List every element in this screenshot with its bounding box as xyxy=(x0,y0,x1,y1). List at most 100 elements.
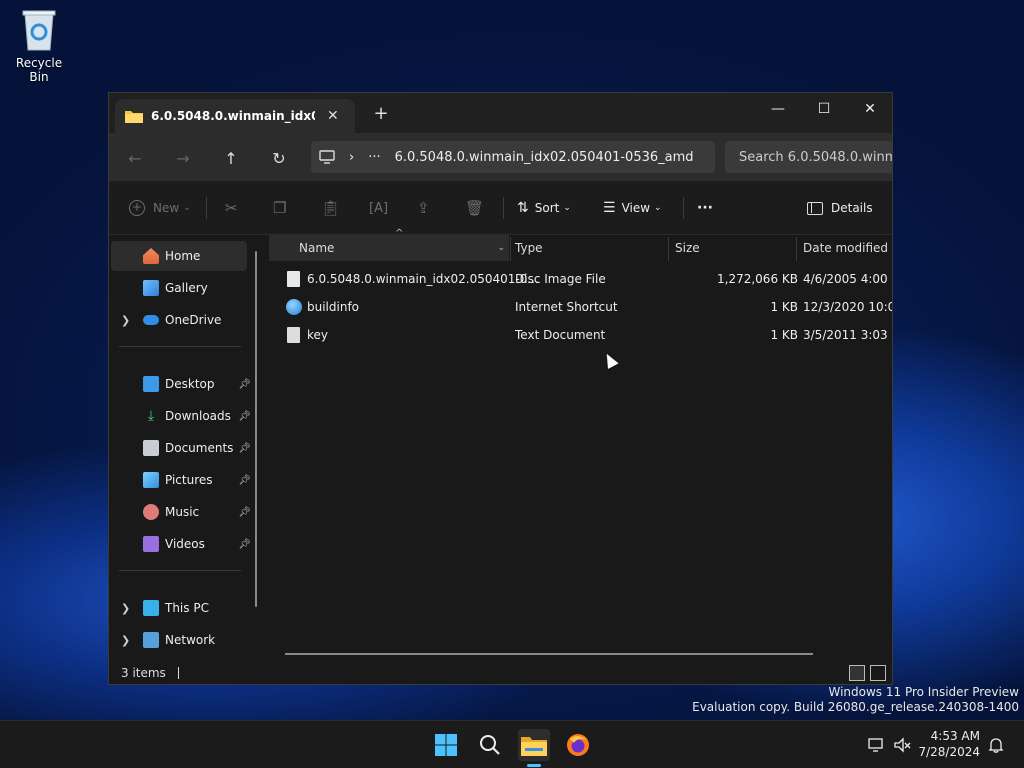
chevron-down-icon: ⌄ xyxy=(654,203,662,213)
column-divider[interactable] xyxy=(796,237,797,261)
column-header-label: Name xyxy=(299,241,335,255)
file-date-modified: 4/6/2005 4:00 PM xyxy=(803,272,892,286)
column-header-label: Date modified xyxy=(803,241,889,255)
file-name: buildinfo xyxy=(307,300,360,314)
search-icon xyxy=(480,735,500,755)
recycle-bin-shortcut[interactable]: Recycle Bin xyxy=(6,6,72,84)
details-view-icon[interactable] xyxy=(849,665,865,681)
delete-button[interactable]: 🗑︎ xyxy=(465,195,484,221)
table-row[interactable]: buildinfo Internet Shortcut 1 KB 12/3/20… xyxy=(269,293,892,321)
search-button[interactable] xyxy=(474,729,506,761)
details-pane-button[interactable]: Details xyxy=(807,195,873,221)
view-button[interactable]: ☰ View ⌄ xyxy=(603,195,662,221)
volume-muted-icon[interactable] xyxy=(894,737,912,757)
sort-button[interactable]: ⇅ Sort ⌄ xyxy=(517,195,571,221)
minimize-button[interactable]: — xyxy=(755,93,801,125)
chevron-right-icon[interactable]: ❯ xyxy=(121,314,130,327)
tab-close-icon[interactable]: ✕ xyxy=(327,108,339,124)
start-button[interactable] xyxy=(430,729,462,761)
chevron-down-icon: ⌄ xyxy=(497,243,505,253)
pin-icon[interactable]: 📌︎ xyxy=(238,443,251,454)
horizontal-scrollbar[interactable] xyxy=(285,653,813,655)
breadcrumb-chevron-icon[interactable]: › xyxy=(349,150,354,165)
back-button[interactable]: ← xyxy=(121,145,149,171)
breadcrumb-more-icon[interactable]: ··· xyxy=(368,150,380,165)
sidebar-item-label: This PC xyxy=(165,601,209,615)
copy-button[interactable]: ❐ xyxy=(273,195,286,221)
refresh-button[interactable]: ↻ xyxy=(265,145,293,171)
view-label: View xyxy=(621,201,651,215)
address-bar[interactable]: › ··· 6.0.5048.0.winmain_idx02.050401-05… xyxy=(311,141,715,173)
copy-icon: ❐ xyxy=(273,199,287,217)
column-header-size[interactable]: Size xyxy=(675,235,795,261)
divider xyxy=(119,570,241,571)
tab-current-folder[interactable]: 6.0.5048.0.winmain_idx02.050401-0536_amd… xyxy=(115,99,355,133)
column-divider[interactable] xyxy=(668,237,669,261)
column-divider[interactable] xyxy=(510,237,511,261)
file-name: 6.0.5048.0.winmain_idx02.050401-0... xyxy=(307,272,539,286)
sidebar-item-label: Network xyxy=(165,633,216,647)
windows-logo-icon xyxy=(435,734,457,756)
sidebar-item-label: Documents xyxy=(165,441,234,455)
sort-icon: ⇅ xyxy=(517,200,529,216)
sidebar-item-home[interactable]: Home xyxy=(111,241,247,271)
folder-icon xyxy=(125,111,143,123)
sidebar-item-label: Downloads xyxy=(165,409,231,423)
videos-icon xyxy=(143,536,159,552)
firefox-taskbar-button[interactable] xyxy=(562,729,594,761)
file-type: Disc Image File xyxy=(515,272,606,286)
breadcrumb-current[interactable]: 6.0.5048.0.winmain_idx02.050401-0536_amd xyxy=(395,150,694,165)
file-type: Text Document xyxy=(515,328,606,342)
notification-bell-icon[interactable] xyxy=(988,737,1004,757)
sidebar-item-desktop[interactable]: Desktop 📌︎ xyxy=(111,369,251,399)
this-pc-icon xyxy=(143,600,159,616)
sidebar-item-this-pc[interactable]: ❯ This PC xyxy=(111,593,247,623)
chevron-right-icon[interactable]: ❯ xyxy=(121,602,130,615)
cut-button[interactable]: ✂ xyxy=(225,195,238,221)
sidebar-item-documents[interactable]: Documents 📌︎ xyxy=(111,433,251,463)
up-button[interactable]: ↑ xyxy=(217,145,245,171)
scissors-icon: ✂ xyxy=(225,199,238,217)
evaluation-watermark: Windows 11 Pro Insider Preview Evaluatio… xyxy=(692,685,1019,715)
sidebar-item-onedrive[interactable]: ❯ OneDrive xyxy=(111,305,247,335)
more-options-button[interactable]: ··· xyxy=(697,195,713,221)
pin-icon[interactable]: 📌︎ xyxy=(238,475,251,486)
chevron-right-icon[interactable]: ❯ xyxy=(121,634,130,647)
share-button[interactable]: ⇪ xyxy=(417,195,430,221)
tiles-view-icon[interactable] xyxy=(870,665,886,681)
sidebar-scrollbar[interactable] xyxy=(255,251,257,607)
search-input[interactable]: Search 6.0.5048.0.winmain_idx02.050401-0… xyxy=(725,141,892,173)
sidebar-item-music[interactable]: Music 📌︎ xyxy=(111,497,251,527)
paste-button[interactable]: 📋︎ xyxy=(321,195,340,221)
new-button[interactable]: + New ⌄ xyxy=(129,195,191,221)
sidebar-item-pictures[interactable]: Pictures 📌︎ xyxy=(111,465,251,495)
column-header-name[interactable]: Name ^ ⌄ xyxy=(269,228,509,261)
details-label: Details xyxy=(831,201,873,215)
file-size: 1 KB xyxy=(770,328,798,342)
new-tab-button[interactable]: + xyxy=(369,103,393,124)
network-icon[interactable] xyxy=(868,737,886,757)
clipboard-icon: 📋︎ xyxy=(321,199,341,217)
sidebar-item-videos[interactable]: Videos 📌︎ xyxy=(111,529,251,559)
pin-icon[interactable]: 📌︎ xyxy=(238,411,251,422)
file-explorer-taskbar-button[interactable] xyxy=(518,729,550,767)
close-button[interactable]: ✕ xyxy=(847,93,892,125)
pictures-icon xyxy=(143,472,159,488)
pin-icon[interactable]: 📌︎ xyxy=(238,379,251,390)
pin-icon[interactable]: 📌︎ xyxy=(238,539,251,550)
clock[interactable]: 4:53 AM 7/28/2024 xyxy=(918,728,980,760)
forward-button[interactable]: → xyxy=(169,145,197,171)
rename-button[interactable]: [A] xyxy=(369,195,388,221)
active-indicator xyxy=(527,764,541,767)
divider xyxy=(119,346,241,347)
column-header-date-modified[interactable]: Date modified xyxy=(803,235,892,261)
sidebar-item-network[interactable]: ❯ Network xyxy=(111,625,247,655)
sidebar-item-gallery[interactable]: Gallery xyxy=(111,273,247,303)
sidebar-item-downloads[interactable]: ⤓ Downloads 📌︎ xyxy=(111,401,251,431)
plus-circle-icon: + xyxy=(129,200,145,216)
maximize-button[interactable]: ☐ xyxy=(801,93,847,125)
table-row[interactable]: 6.0.5048.0.winmain_idx02.050401-0... Dis… xyxy=(269,265,892,293)
pin-icon[interactable]: 📌︎ xyxy=(238,507,251,518)
column-header-type[interactable]: Type xyxy=(515,235,665,261)
table-row[interactable]: key Text Document 1 KB 3/5/2011 3:03 PM xyxy=(269,321,892,349)
